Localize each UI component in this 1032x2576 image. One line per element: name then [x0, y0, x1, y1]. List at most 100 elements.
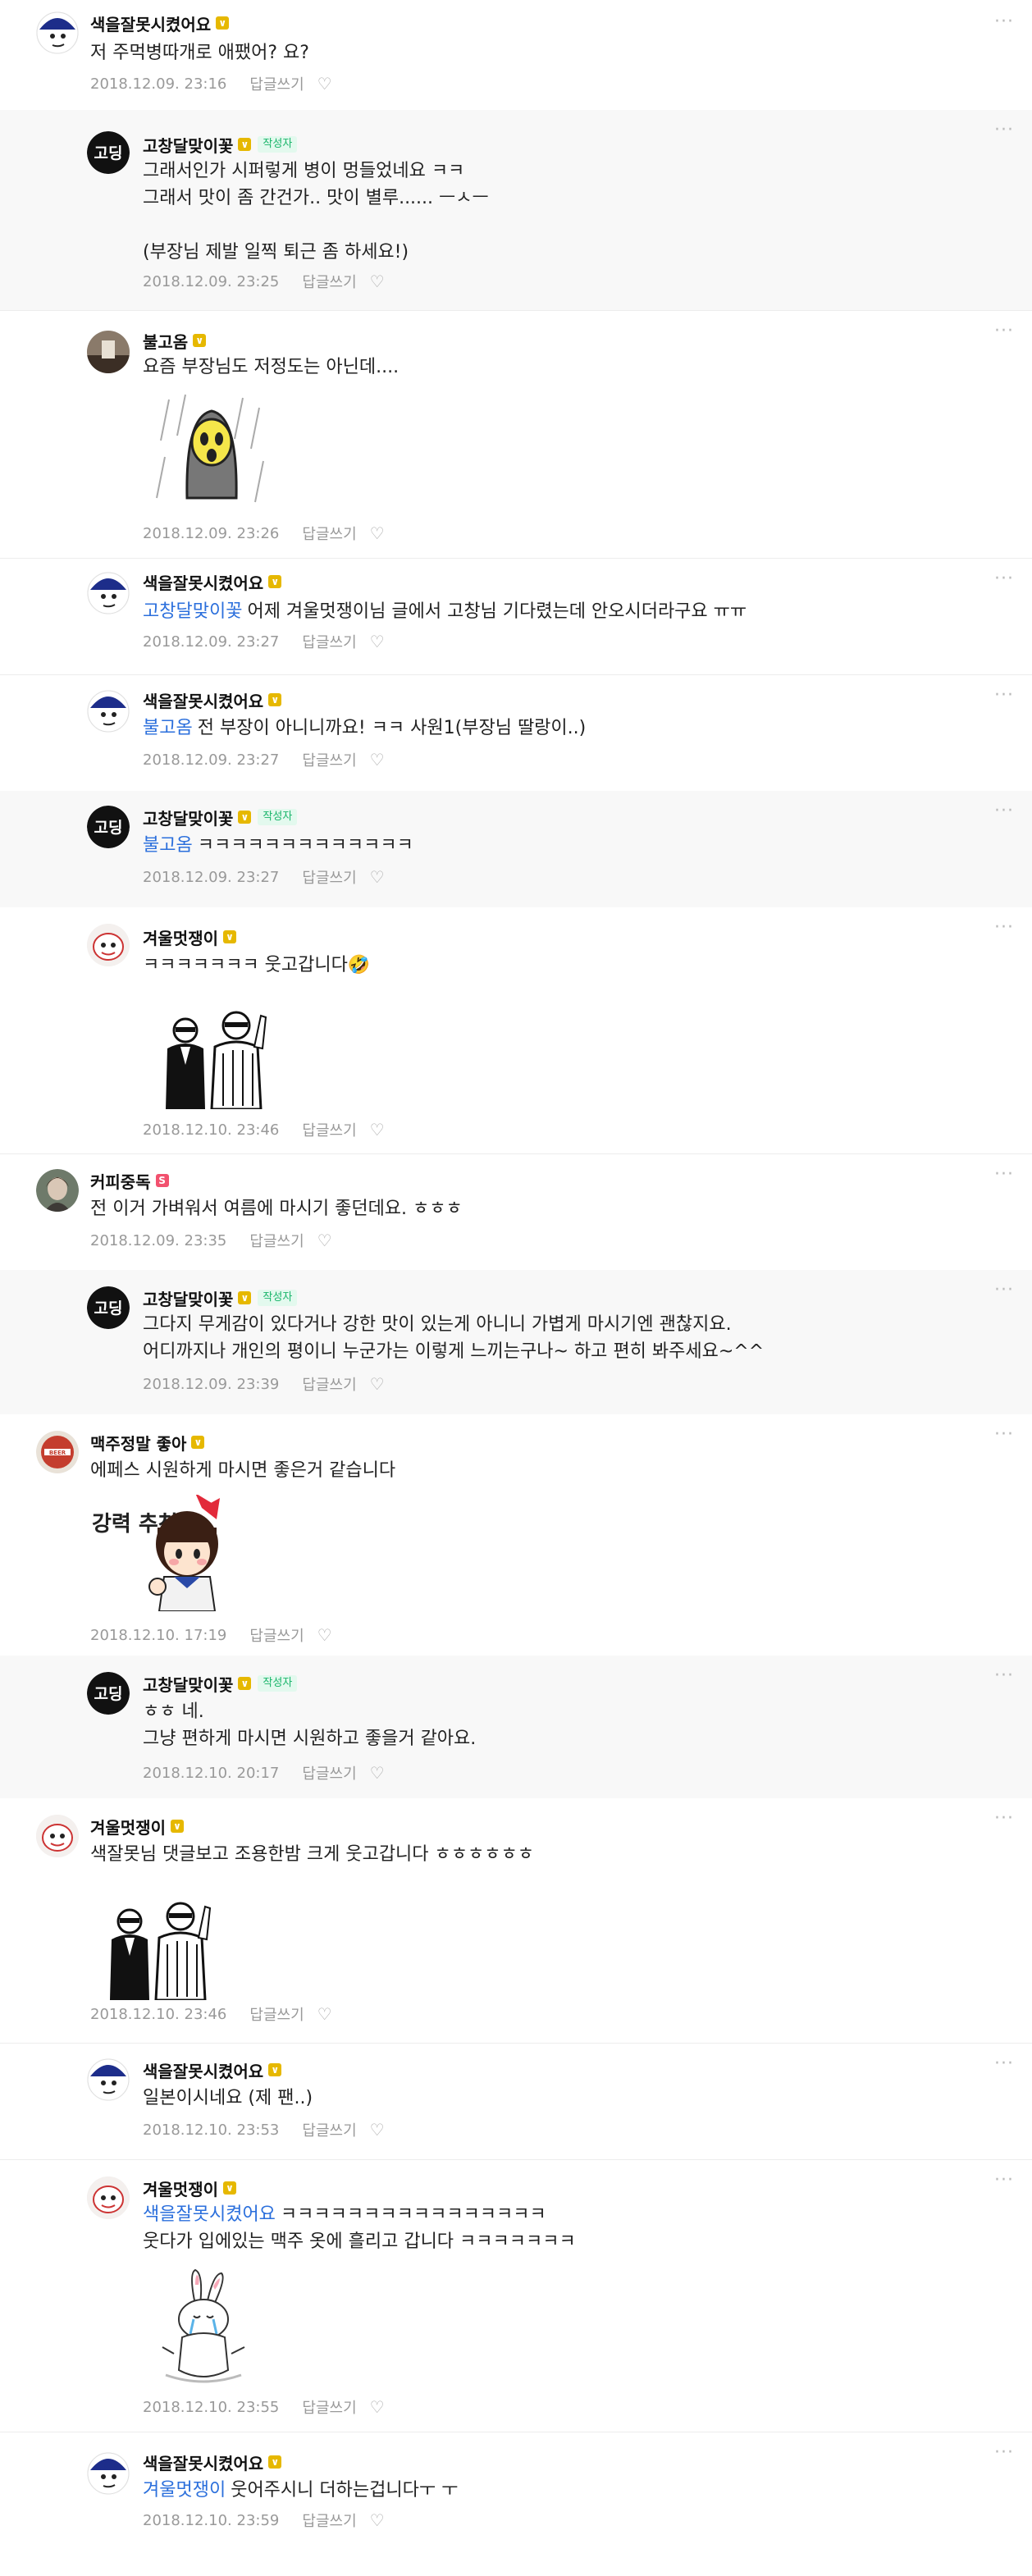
heart-icon[interactable]: ♡: [370, 1120, 385, 1140]
mention-tag[interactable]: 색을잘못시켰어요: [143, 2204, 276, 2225]
heart-icon[interactable]: ♡: [317, 1625, 332, 1645]
avatar[interactable]: [87, 572, 130, 614]
comment-meta: 2018.12.09. 23:25 답글쓰기 ♡: [143, 271, 385, 292]
reply-button[interactable]: 답글쓰기: [249, 73, 304, 94]
reply-button[interactable]: 답글쓰기: [302, 749, 356, 770]
reply-button[interactable]: 답글쓰기: [249, 2003, 304, 2025]
avatar[interactable]: 고딩: [87, 1286, 130, 1329]
more-options-icon[interactable]: ···: [994, 321, 1014, 341]
avatar[interactable]: [36, 1815, 79, 1857]
heart-icon[interactable]: ♡: [370, 1374, 385, 1394]
reply-button[interactable]: 답글쓰기: [302, 866, 356, 888]
comment-meta: 2018.12.09. 23:26 답글쓰기 ♡: [143, 523, 385, 544]
more-options-icon[interactable]: ···: [994, 917, 1014, 938]
more-options-icon[interactable]: ···: [994, 1424, 1014, 1445]
avatar[interactable]: 고딩: [87, 1672, 130, 1715]
more-options-icon[interactable]: ···: [994, 685, 1014, 706]
more-options-icon[interactable]: ···: [994, 1280, 1014, 1300]
reply-button[interactable]: 답글쓰기: [302, 1762, 356, 1784]
heart-icon[interactable]: ♡: [370, 632, 385, 651]
nickname[interactable]: 색을잘못시켰어요: [143, 2450, 263, 2474]
mention-tag[interactable]: 겨울멋쟁이: [143, 2480, 226, 2501]
nickname[interactable]: 겨울멋쟁이: [143, 925, 218, 949]
nickname[interactable]: 커피중독: [90, 1169, 151, 1193]
more-options-icon[interactable]: ···: [994, 2170, 1014, 2190]
more-options-icon[interactable]: ···: [994, 2442, 1014, 2463]
heart-icon[interactable]: ♡: [370, 867, 385, 887]
reply-button[interactable]: 답글쓰기: [302, 2396, 356, 2418]
reply-button[interactable]: 답글쓰기: [249, 1624, 304, 1646]
avatar[interactable]: 고딩: [87, 131, 130, 174]
avatar[interactable]: [87, 690, 130, 733]
nickname[interactable]: 고창달맞이꽃: [143, 1672, 233, 1696]
more-options-icon[interactable]: ···: [994, 1808, 1014, 1829]
nickname[interactable]: 색을잘못시켰어요: [143, 570, 263, 594]
comment-item: 겨울멋쟁이 ∨ ㅋㅋㅋㅋㅋㅋㅋ 웃고갑니다🤣 2018.12.10. 23:46 …: [0, 907, 1032, 1153]
avatar[interactable]: [87, 2452, 130, 2495]
nickname[interactable]: 색을잘못시켰어요: [143, 688, 263, 712]
comment-meta: 2018.12.10. 23:55 답글쓰기 ♡: [143, 2396, 385, 2418]
comment-item: 색을잘못시켰어요 ∨ 고창달맞이꽃 어제 겨울멋쟁이님 글에서 고창님 기다렸는데 …: [0, 558, 1032, 674]
nickname[interactable]: 고창달맞이꽃: [143, 133, 233, 157]
avatar[interactable]: [87, 331, 130, 373]
comment-meta: 2018.12.09. 23:27 답글쓰기 ♡: [143, 866, 385, 888]
mention-tag[interactable]: 고창달맞이꽃: [143, 601, 242, 622]
reply-button[interactable]: 답글쓰기: [302, 2119, 356, 2140]
reply-button[interactable]: 답글쓰기: [302, 631, 356, 652]
more-options-icon[interactable]: ···: [994, 120, 1014, 140]
avatar[interactable]: [36, 11, 79, 54]
bunny-crying-sticker: [162, 2268, 245, 2383]
more-options-icon[interactable]: ···: [994, 11, 1014, 32]
more-options-icon[interactable]: ···: [994, 2053, 1014, 2074]
level-badge-icon: ∨: [238, 138, 252, 151]
comment-meta: 2018.12.10. 23:46 답글쓰기 ♡: [143, 1119, 385, 1140]
nickname[interactable]: 고창달맞이꽃: [143, 1286, 233, 1310]
nickname[interactable]: 색을잘못시켰어요: [90, 11, 211, 35]
more-options-icon[interactable]: ···: [994, 1665, 1014, 1686]
comment-date: 2018.12.10. 23:46: [90, 2005, 227, 2023]
heart-icon[interactable]: ♡: [370, 2510, 385, 2530]
avatar[interactable]: [87, 2176, 130, 2219]
heart-icon[interactable]: ♡: [370, 2397, 385, 2417]
nickname[interactable]: 겨울멋쟁이: [90, 1815, 166, 1838]
reply-button[interactable]: 답글쓰기: [302, 523, 356, 544]
avatar[interactable]: [87, 2058, 130, 2101]
avatar[interactable]: [87, 924, 130, 966]
heart-icon[interactable]: ♡: [370, 523, 385, 543]
comment-item: 겨울멋쟁이 ∨ 색을잘못시켰어요 ㅋㅋㅋㅋㅋㅋㅋㅋㅋㅋㅋㅋㅋㅋㅋㅋ 웃다가 입에있는…: [0, 2159, 1032, 2432]
mib-agents-sticker: [166, 1011, 267, 1109]
heart-icon[interactable]: ♡: [370, 272, 385, 291]
nickname[interactable]: 고창달맞이꽃: [143, 806, 233, 829]
mention-tag[interactable]: 불고옴: [143, 835, 193, 856]
reply-button[interactable]: 답글쓰기: [249, 1230, 304, 1251]
more-options-icon[interactable]: ···: [994, 801, 1014, 821]
more-options-icon[interactable]: ···: [994, 569, 1014, 589]
heart-icon[interactable]: ♡: [370, 1763, 385, 1783]
comment-text: 에페스 시원하게 마시면 좋은거 같습니다: [90, 1460, 396, 1481]
comment-meta: 2018.12.09. 23:16 답글쓰기 ♡: [90, 73, 332, 94]
reply-button[interactable]: 답글쓰기: [302, 2510, 356, 2531]
nickname[interactable]: 겨울멋쟁이: [143, 2176, 218, 2200]
comment-meta: 2018.12.10. 17:19 답글쓰기 ♡: [90, 1624, 332, 1646]
heart-icon[interactable]: ♡: [317, 2004, 332, 2024]
heart-icon[interactable]: ♡: [317, 74, 332, 94]
heart-icon[interactable]: ♡: [317, 1231, 332, 1250]
reply-button[interactable]: 답글쓰기: [302, 271, 356, 292]
nickname[interactable]: 색을잘못시켰어요: [143, 2058, 263, 2082]
more-options-icon[interactable]: ···: [994, 1164, 1014, 1185]
comment-item: 불고옴 ∨ 요즘 부장님도 저정도는 아닌데.... 2018.12.09. 23…: [0, 310, 1032, 558]
avatar[interactable]: [36, 1169, 79, 1212]
reply-button[interactable]: 답글쓰기: [302, 1373, 356, 1395]
heart-icon[interactable]: ♡: [370, 2120, 385, 2140]
heart-icon[interactable]: ♡: [370, 750, 385, 770]
level-badge-icon: ∨: [268, 575, 282, 588]
comment-text: 불고옴 전 부장이 아니니까요! ㅋㅋ 사원1(부장님 딸랑이..): [143, 718, 587, 738]
nickname[interactable]: 불고옴: [143, 329, 188, 353]
nickname[interactable]: 맥주정말 좋아: [90, 1431, 186, 1455]
mention-tag[interactable]: 불고옴: [143, 718, 193, 738]
avatar[interactable]: 고딩: [87, 806, 130, 848]
reply-button[interactable]: 답글쓰기: [302, 1119, 356, 1140]
avatar[interactable]: BEER: [36, 1431, 79, 1473]
comment-item: 색을잘못시켰어요 ∨ 일본이시네요 (제 팬..) 2018.12.10. 23:…: [0, 2043, 1032, 2159]
comment-text: 겨울멋쟁이 웃어주시니 더하는겁니다ㅜ ㅜ: [143, 2480, 459, 2501]
